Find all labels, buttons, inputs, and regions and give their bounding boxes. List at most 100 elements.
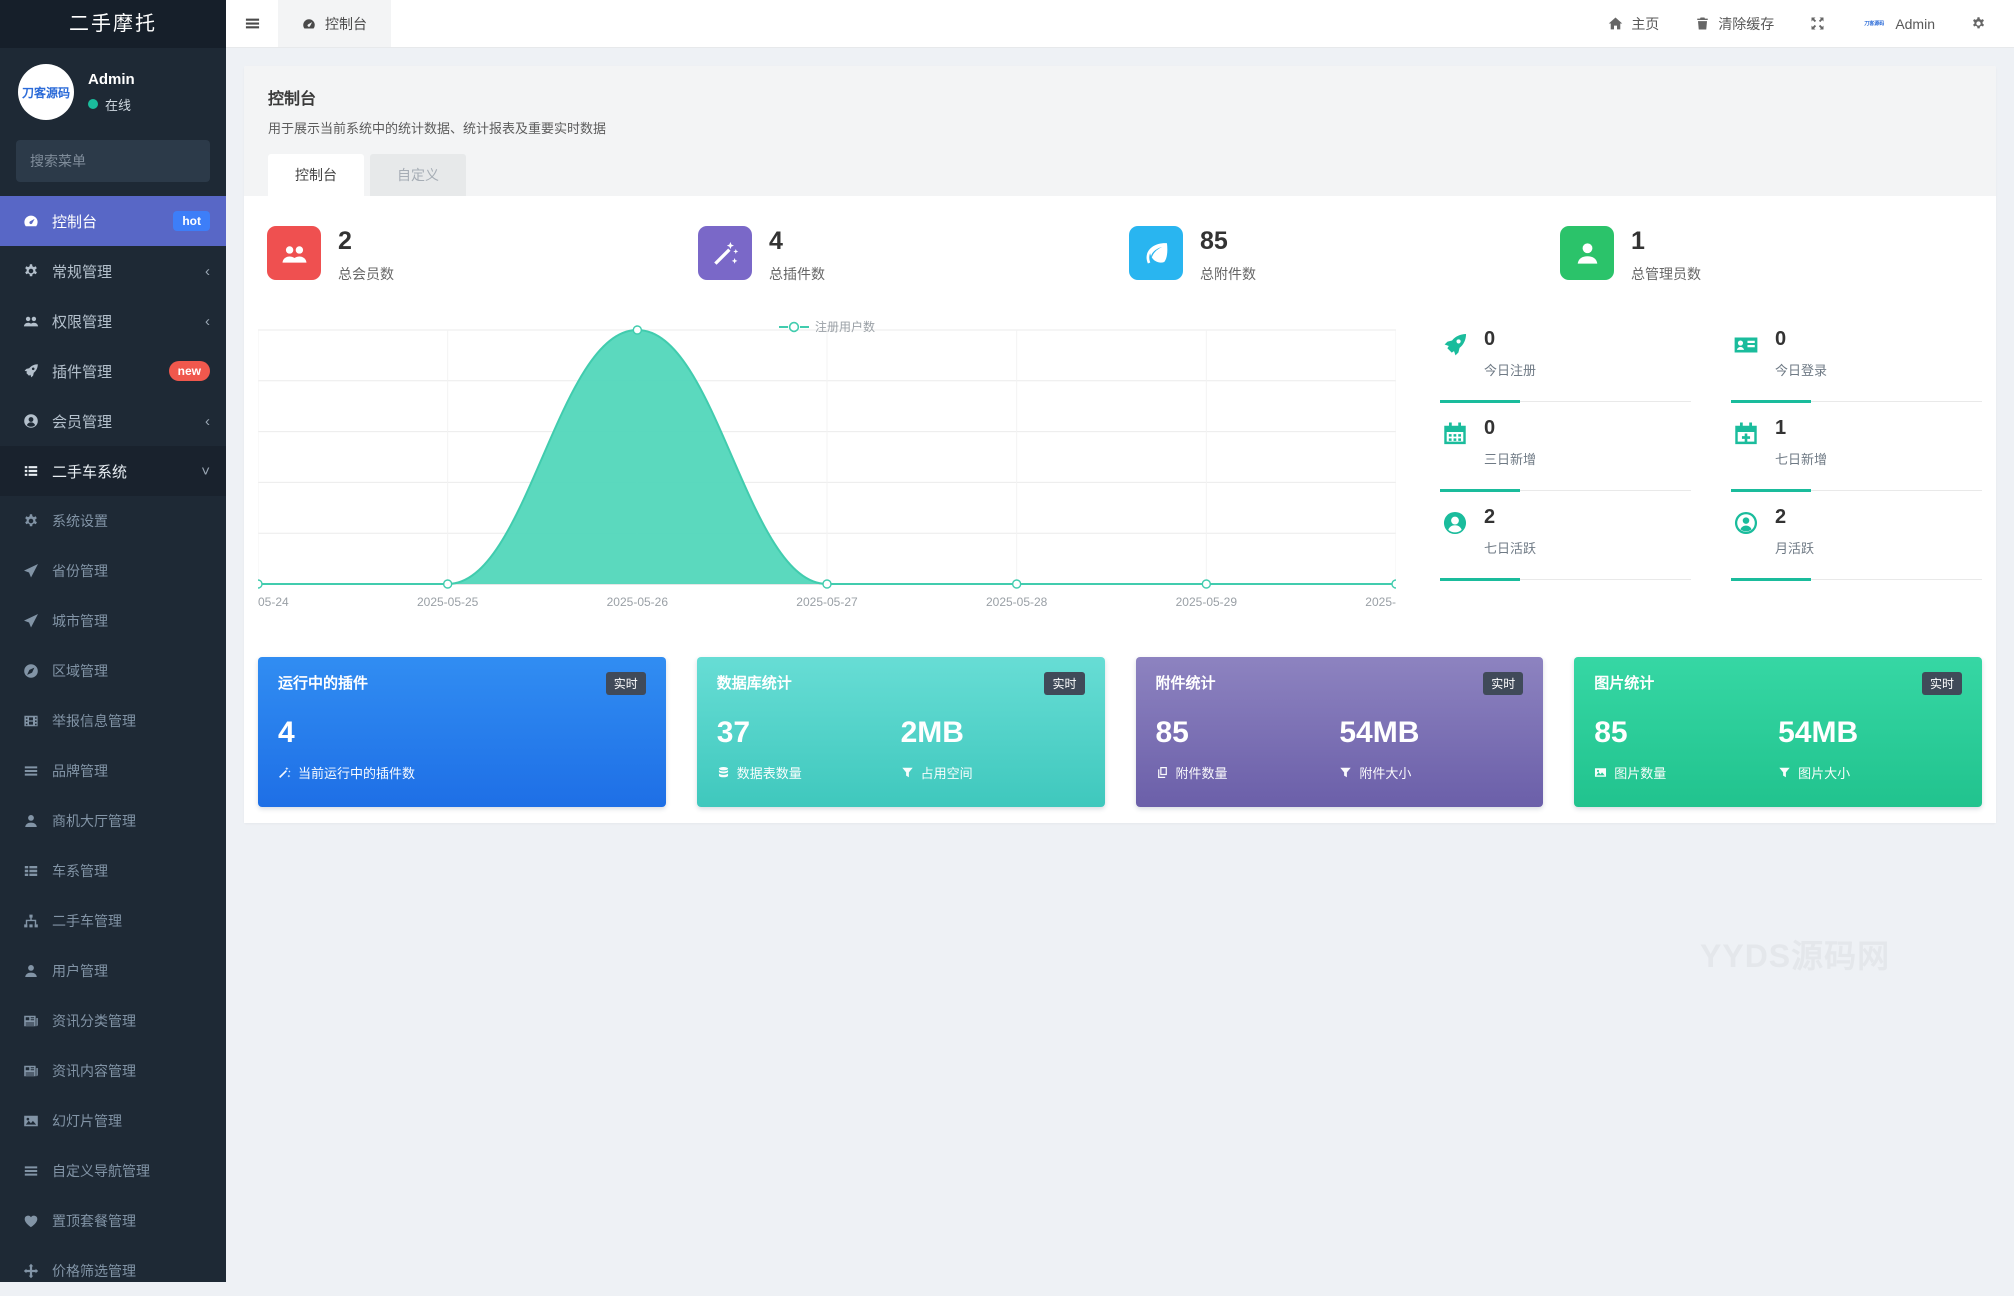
list-icon: [20, 463, 42, 479]
tab-自定义[interactable]: 自定义: [370, 154, 466, 196]
card-metric-label: 图片大小: [1798, 763, 1850, 782]
sidebar-item-news-content[interactable]: 资讯内容管理: [0, 1046, 226, 1096]
send-icon: [20, 563, 42, 579]
menu-search[interactable]: [16, 140, 210, 182]
card-value: 54MB: [1778, 718, 1962, 748]
sitemap-icon: [20, 913, 42, 929]
summary-cards: 运行中的插件 实时 4 当前运行中的插件数 数据库统计 实时 37 数据表数量 …: [258, 657, 1982, 807]
dashboard-icon: [302, 17, 316, 31]
filter-icon: [901, 766, 914, 779]
menu-badge: hot: [173, 211, 210, 231]
mini-stat-label: 今日注册: [1484, 360, 1691, 379]
gauge-icon: [20, 213, 42, 229]
sidebar-item-province[interactable]: 省份管理: [0, 546, 226, 596]
summary-card: 图片统计 实时 85 图片数量 54MB 图片大小: [1574, 657, 1982, 807]
user-status: 在线: [88, 95, 135, 114]
user-circle-icon: [1442, 510, 1468, 536]
settings-button[interactable]: [1971, 16, 1986, 31]
svg-text:2025-05-25: 2025-05-25: [417, 595, 479, 609]
panel-tabs: 控制台自定义: [268, 154, 1972, 196]
svg-text:2025-05-29: 2025-05-29: [1176, 595, 1238, 609]
sidebar-item-car-system[interactable]: 二手车系统 ˅: [0, 446, 226, 496]
sidebar-item-general[interactable]: 常规管理 ‹: [0, 246, 226, 296]
card-metric-label: 图片数量: [1614, 763, 1666, 782]
sidebar-item-system-config[interactable]: 系统设置: [0, 496, 226, 546]
realtime-badge: 实时: [1483, 672, 1523, 695]
card-value: 85: [1156, 718, 1340, 748]
magic-icon: [278, 766, 291, 779]
home-icon: [1608, 16, 1623, 31]
gear-icon: [1971, 16, 1986, 31]
tab-控制台[interactable]: 控制台: [268, 154, 364, 196]
card-value: 2MB: [901, 718, 1085, 748]
clear-cache-button[interactable]: 清除缓存: [1695, 14, 1774, 34]
sidebar-item-car-series[interactable]: 车系管理: [0, 846, 226, 896]
search-input[interactable]: [30, 153, 211, 169]
sidebar-item-member[interactable]: 会员管理 ‹: [0, 396, 226, 446]
thlist-icon: [20, 863, 42, 879]
mini-stat: 2 七日活跃: [1440, 500, 1691, 580]
home-button[interactable]: 主页: [1608, 14, 1659, 34]
leaf-icon: [1143, 240, 1170, 267]
card-value: 4: [278, 718, 646, 748]
realtime-badge: 实时: [1044, 672, 1084, 695]
image-icon: [1594, 766, 1607, 779]
sidebar-item-area[interactable]: 区域管理: [0, 646, 226, 696]
sidebar-item-auth[interactable]: 权限管理 ‹: [0, 296, 226, 346]
sidebar-item-addon[interactable]: 插件管理 new: [0, 346, 226, 396]
idcard-icon: [1733, 332, 1759, 358]
database-icon: [717, 766, 730, 779]
topbar: 控制台 主页 清除缓存 刀客源码 Admin: [226, 0, 2014, 48]
summary-card: 数据库统计 实时 37 数据表数量 2MB 占用空间: [697, 657, 1105, 807]
topbar-tab-dashboard[interactable]: 控制台: [278, 0, 391, 47]
sidebar-item-report-info[interactable]: 举报信息管理: [0, 696, 226, 746]
avatar[interactable]: 刀客源码: [18, 64, 74, 120]
chevron-icon: ‹: [205, 314, 210, 329]
sidebar-item-news-category[interactable]: 资讯分类管理: [0, 996, 226, 1046]
sidebar-item-custom-nav[interactable]: 自定义导航管理: [0, 1146, 226, 1196]
mini-stat-value: 0: [1775, 328, 1982, 351]
send-icon: [20, 613, 42, 629]
sidebar-item-city[interactable]: 城市管理: [0, 596, 226, 646]
stat-tile: 2 总会员数: [258, 226, 689, 284]
area-chart-svg: 2025-05-242025-05-252025-05-262025-05-27…: [258, 320, 1396, 612]
realtime-badge: 实时: [606, 672, 646, 695]
mini-stat: 0 今日登录: [1731, 322, 1982, 402]
sidebar-item-user-manage[interactable]: 用户管理: [0, 946, 226, 996]
magic-icon: [712, 240, 739, 267]
chart-legend[interactable]: 注册用户数: [779, 318, 875, 335]
stat-value: 1: [1631, 226, 1701, 254]
rocket-icon: [20, 363, 42, 379]
sidebar-item-price-filter[interactable]: 价格筛选管理: [0, 1246, 226, 1296]
trash-icon: [1695, 16, 1710, 31]
compass-icon: [20, 663, 42, 679]
chevron-icon: ‹: [205, 414, 210, 429]
sidebar-item-brand[interactable]: 品牌管理: [0, 746, 226, 796]
stat-tile: 4 总插件数: [689, 226, 1120, 284]
stat-tile: 85 总附件数: [1120, 226, 1551, 284]
card-title: 数据库统计: [717, 672, 792, 693]
svg-text:2025-05-28: 2025-05-28: [986, 595, 1048, 609]
stat-label: 总会员数: [338, 264, 394, 284]
sidebar-item-top-package[interactable]: 置顶套餐管理: [0, 1196, 226, 1246]
mini-stat: 1 七日新增: [1731, 411, 1982, 491]
sidebar-item-used-car[interactable]: 二手车管理: [0, 896, 226, 946]
user-panel: 刀客源码 Admin 在线: [0, 48, 226, 134]
panel-heading: 控制台 用于展示当前系统中的统计数据、统计报表及重要实时数据 控制台自定义: [244, 66, 1996, 196]
card-value: 54MB: [1339, 718, 1523, 748]
fullscreen-button[interactable]: [1810, 16, 1825, 31]
image-icon: [20, 1113, 42, 1129]
svg-text:2025-05-24: 2025-05-24: [258, 595, 289, 609]
admin-menu[interactable]: 刀客源码 Admin: [1861, 11, 1935, 37]
sidebar-item-slideshow[interactable]: 幻灯片管理: [0, 1096, 226, 1146]
registrations-chart: 注册用户数 2025-05-242025-05-252025-05-262025…: [258, 320, 1396, 617]
stat-label: 总管理员数: [1631, 264, 1701, 284]
sidebar-toggle-button[interactable]: [226, 0, 278, 47]
online-dot-icon: [88, 99, 98, 109]
sidebar-item-dashboard[interactable]: 控制台 hot: [0, 196, 226, 246]
app-title: 二手摩托: [0, 0, 226, 48]
user-icon: [1574, 240, 1601, 267]
mini-stat-label: 七日新增: [1775, 449, 1982, 468]
sidebar-item-business-hall[interactable]: 商机大厅管理: [0, 796, 226, 846]
mini-stat-value: 2: [1775, 506, 1982, 529]
